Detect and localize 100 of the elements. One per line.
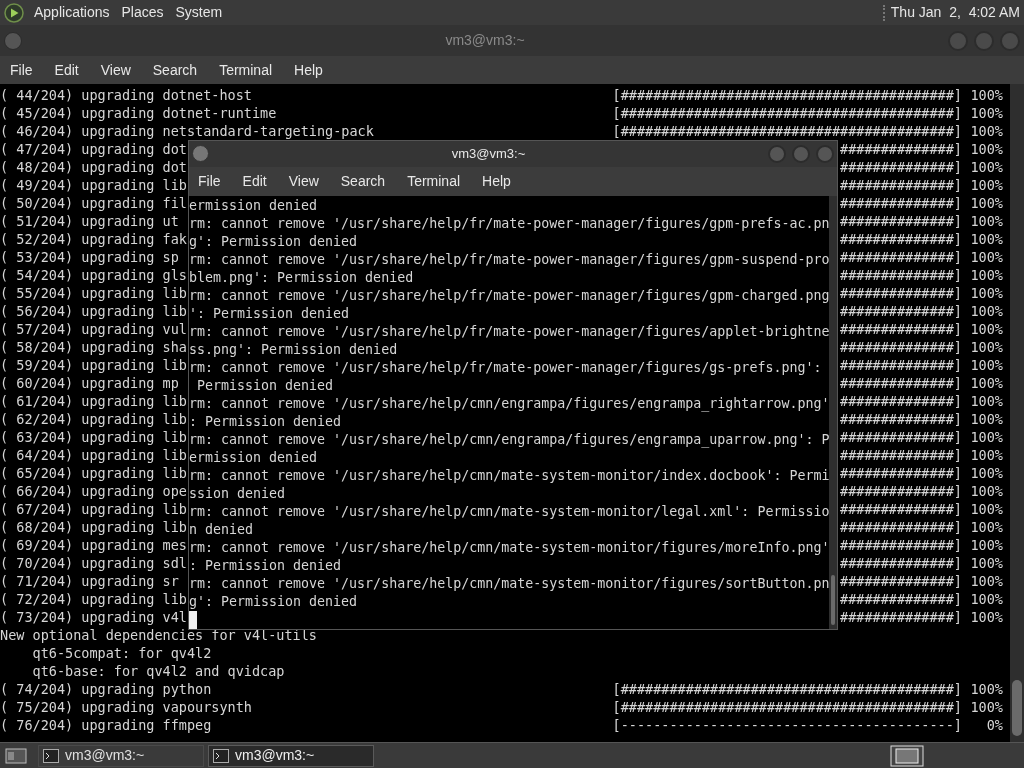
window-menu-button[interactable]: [192, 145, 209, 163]
menu-item[interactable]: File: [10, 59, 33, 81]
progress-text: ##############]: [840, 608, 962, 626]
percent-text: 100%: [970, 698, 1003, 716]
progress-text: ##############]: [840, 230, 962, 248]
percent-text: 100%: [970, 590, 1003, 608]
output-line: ( 72/204) upgrading lib: [0, 590, 187, 608]
output-line: ( 57/204) upgrading vul: [0, 320, 187, 338]
menu-item[interactable]: Search: [340, 170, 386, 192]
percent-text: 100%: [970, 410, 1003, 428]
output-line: rm: cannot remove '/usr/share/help/cmn/engrampa/figures/engrampa_rightarrow.png': [189, 396, 830, 411]
maximize-button[interactable]: [792, 144, 810, 163]
percent-text: 100%: [970, 338, 1003, 356]
output-line: ( 75/204) upgrading vapoursynth: [0, 698, 252, 716]
taskbar-button[interactable]: vm3@vm3:~: [38, 744, 204, 767]
menu-item[interactable]: Help: [482, 170, 511, 192]
output-line: g': Permission denied: [189, 234, 358, 249]
progress-text: ##############]: [840, 176, 962, 194]
minimize-button[interactable]: [768, 144, 786, 163]
scrollbar-thumb[interactable]: [1012, 680, 1022, 736]
scrollbar[interactable]: [1010, 84, 1024, 742]
percent-text: 100%: [970, 230, 1003, 248]
panel-menu[interactable]: System: [175, 2, 223, 23]
menu-item[interactable]: Help: [294, 59, 323, 81]
progress-text: ##############]: [840, 266, 962, 284]
output-line: ( 64/204) upgrading lib: [0, 446, 187, 464]
percent-text: 100%: [970, 122, 1003, 140]
output-line: ( 49/204) upgrading lib: [0, 176, 187, 194]
percent-text: 100%: [970, 176, 1003, 194]
progress-text: ##############]: [840, 590, 962, 608]
output-line: rm: cannot remove '/usr/share/help/fr/mate-power-manager/figures/applet-brightne: [189, 324, 830, 339]
output-line: : Permission denied: [189, 414, 342, 429]
percent-text: 100%: [970, 212, 1003, 230]
scrollbar[interactable]: [829, 196, 837, 629]
output-line: n denied: [189, 522, 254, 537]
progress-text: ##############]: [840, 428, 962, 446]
output-line: ( 69/204) upgrading mes: [0, 536, 187, 554]
progress-text: ##############]: [840, 248, 962, 266]
panel-menu[interactable]: Applications: [34, 2, 110, 23]
scrollbar-thumb[interactable]: [831, 575, 835, 625]
output-line: ( 76/204) upgrading ffmpeg: [0, 716, 212, 734]
output-line: ( 59/204) upgrading lib: [0, 356, 187, 374]
output-line: blem.png': Permission denied: [189, 270, 414, 285]
clock[interactable]: Thu Jan 2, 4:02 AM: [890, 2, 1020, 23]
menu-item[interactable]: Terminal: [219, 59, 273, 81]
progress-text: ##############]: [840, 338, 962, 356]
output-line: ( 58/204) upgrading sha: [0, 338, 187, 356]
menu-item[interactable]: Terminal: [407, 170, 461, 192]
progress-text: ##############]: [840, 212, 962, 230]
output-line: rm: cannot remove '/usr/share/help/fr/mate-power-manager/figures/gpm-suspend-pro: [189, 252, 830, 267]
panel-menu[interactable]: Places: [121, 2, 164, 23]
percent-text: 100%: [970, 392, 1003, 410]
menu-item[interactable]: Search: [152, 59, 198, 81]
terminal-icon: [213, 748, 229, 763]
terminal-icon: [43, 748, 59, 763]
output-line: ( 63/204) upgrading lib: [0, 428, 187, 446]
percent-text: 100%: [970, 320, 1003, 338]
logo-icon[interactable]: [4, 2, 24, 23]
close-button[interactable]: [816, 144, 834, 163]
output-line: ( 60/204) upgrading mp: [0, 374, 179, 392]
output-line: : Permission denied: [189, 558, 342, 573]
progress-text: ##############]: [840, 356, 962, 374]
output-line: g': Permission denied: [189, 594, 358, 609]
percent-text: 100%: [970, 374, 1003, 392]
output-line: ( 55/204) upgrading lib: [0, 284, 187, 302]
menu-item[interactable]: Edit: [242, 170, 267, 192]
close-button[interactable]: [1000, 30, 1020, 51]
output-line: qt6-5compat: for qv4l2: [31, 644, 212, 662]
percent-text: 100%: [970, 302, 1003, 320]
menu-item[interactable]: Edit: [54, 59, 79, 81]
menu-item[interactable]: View: [100, 59, 131, 81]
output-line: ( 51/204) upgrading ut: [0, 212, 179, 230]
output-line: ( 45/204) upgrading dotnet-runtime: [0, 104, 277, 122]
output-line: ( 73/204) upgrading v4l: [0, 608, 187, 626]
output-line: ( 48/204) upgrading dot: [0, 158, 187, 176]
output-line: ( 68/204) upgrading lib: [0, 518, 187, 536]
window-menu-button[interactable]: [4, 31, 22, 50]
window-title: vm3@vm3:~: [450, 145, 527, 164]
output-line: ( 46/204) upgrading netstandard-targeting-pack: [0, 122, 374, 140]
percent-text: 100%: [970, 464, 1003, 482]
workspace-switcher-icon[interactable]: [890, 744, 924, 767]
menu-item[interactable]: View: [288, 170, 319, 192]
panel-separator-icon: [882, 4, 885, 21]
taskbar-button[interactable]: vm3@vm3:~: [208, 744, 374, 767]
progress-text: ##############]: [840, 302, 962, 320]
progress-text: ##############]: [840, 518, 962, 536]
menu-item[interactable]: File: [198, 170, 221, 192]
output-line: ( 71/204) upgrading sr: [0, 572, 179, 590]
progress-text: ##############]: [840, 500, 962, 518]
text-cursor: [189, 611, 197, 629]
output-line: ( 66/204) upgrading ope: [0, 482, 187, 500]
show-desktop-icon[interactable]: [4, 745, 28, 766]
progress-text: ##############]: [840, 536, 962, 554]
output-line: ( 47/204) upgrading dot: [0, 140, 187, 158]
maximize-button[interactable]: [974, 30, 994, 51]
output-line: rm: cannot remove '/usr/share/help/fr/mate-power-manager/figures/gpm-charged.png: [189, 288, 830, 303]
minimize-button[interactable]: [948, 30, 968, 51]
percent-text: 100%: [970, 446, 1003, 464]
output-line: rm: cannot remove '/usr/share/help/fr/mate-power-manager/figures/gs-prefs.png':: [189, 360, 822, 375]
progress-text: ##############]: [840, 554, 962, 572]
